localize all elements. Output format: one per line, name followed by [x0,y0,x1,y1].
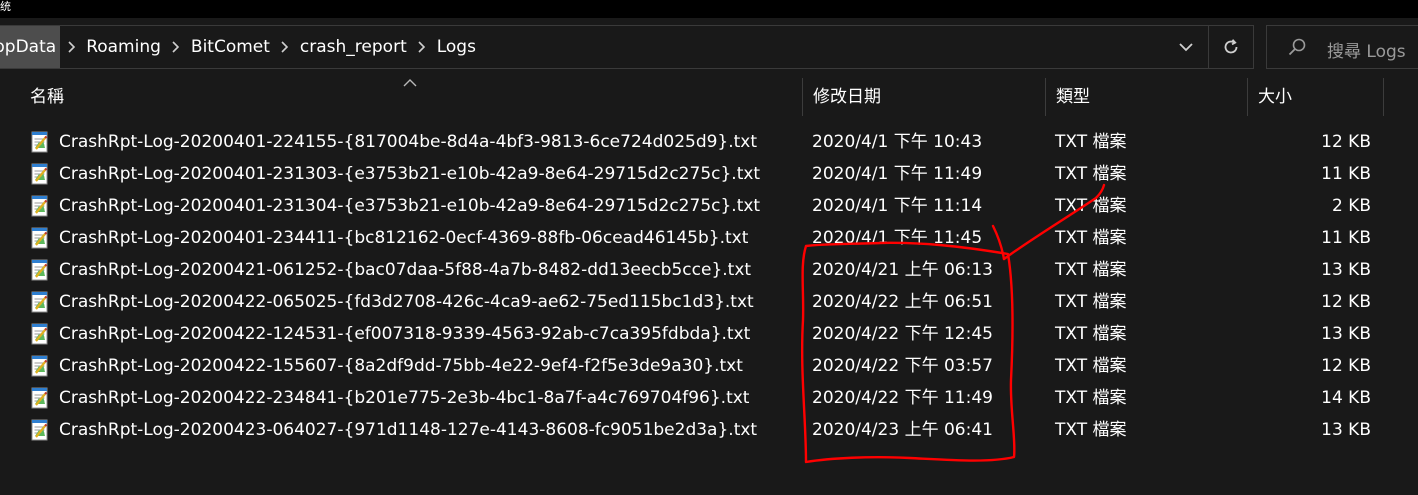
file-date: 2020/4/1 下午 11:45 [812,228,983,248]
file-explorer-window: 统 ppData Roaming BitComet crash_report L… [0,0,1418,495]
file-name: CrashRpt-Log-20200422-155607-{8a2df9dd-7… [59,356,743,376]
file-size: 13 KB [1321,260,1371,280]
text-file-icon [30,291,50,313]
file-type: TXT 檔案 [1055,292,1127,312]
file-size: 12 KB [1321,292,1371,312]
file-size: 2 KB [1331,196,1371,216]
column-divider[interactable] [1247,78,1248,116]
text-file-icon [30,163,50,185]
file-row[interactable]: CrashRpt-Log-20200401-224155-{817004be-8… [0,126,1418,158]
file-size: 13 KB [1321,420,1371,440]
file-type: TXT 檔案 [1055,196,1127,216]
file-name: CrashRpt-Log-20200422-234841-{b201e775-2… [59,388,750,408]
chevron-down-icon[interactable] [1166,26,1206,68]
breadcrumb-item-roaming[interactable]: Roaming [82,37,165,57]
file-row[interactable]: CrashRpt-Log-20200422-124531-{ef007318-9… [0,318,1418,350]
file-date: 2020/4/1 下午 11:49 [812,164,983,184]
text-file-icon [30,387,50,409]
file-name: CrashRpt-Log-20200422-065025-{fd3d2708-4… [59,292,754,312]
file-date: 2020/4/22 上午 06:51 [812,292,993,312]
breadcrumb: ppData Roaming BitComet crash_report Log… [0,26,480,68]
file-row[interactable]: CrashRpt-Log-20200423-064027-{971d1148-1… [0,414,1418,446]
column-header-date[interactable]: 修改日期 [813,78,881,116]
file-date: 2020/4/22 下午 11:49 [812,388,993,408]
text-file-icon [30,259,50,281]
file-type: TXT 檔案 [1055,420,1127,440]
file-type: TXT 檔案 [1055,356,1127,376]
breadcrumb-item-crash-report[interactable]: crash_report [296,37,411,57]
file-size: 11 KB [1321,164,1371,184]
window-title-glyph: 统 [0,0,11,13]
file-size: 13 KB [1321,324,1371,344]
text-file-icon [30,227,50,249]
file-row[interactable]: CrashRpt-Log-20200401-231303-{e3753b21-e… [0,158,1418,190]
text-file-icon [30,323,50,345]
file-name: CrashRpt-Log-20200422-124531-{ef007318-9… [59,324,751,344]
file-row[interactable]: CrashRpt-Log-20200401-234411-{bc812162-0… [0,222,1418,254]
file-name: CrashRpt-Log-20200401-231304-{e3753b21-e… [59,196,761,216]
file-size: 14 KB [1321,388,1371,408]
file-row[interactable]: CrashRpt-Log-20200422-065025-{fd3d2708-4… [0,286,1418,318]
file-date: 2020/4/22 下午 03:57 [812,356,993,376]
file-name: CrashRpt-Log-20200401-231303-{e3753b21-e… [59,164,761,184]
file-size: 12 KB [1321,132,1371,152]
text-file-icon [30,195,50,217]
file-type: TXT 檔案 [1055,388,1127,408]
file-type: TXT 檔案 [1055,164,1127,184]
text-file-icon [30,131,50,153]
search-input[interactable]: 搜尋 Logs [1266,25,1418,69]
file-row[interactable]: CrashRpt-Log-20200421-061252-{bac07daa-5… [0,254,1418,286]
chevron-right-icon[interactable] [60,26,82,68]
file-date: 2020/4/1 下午 10:43 [812,132,983,152]
address-bar[interactable]: ppData Roaming BitComet crash_report Log… [0,25,1254,69]
breadcrumb-item-bitcomet[interactable]: BitComet [187,37,274,57]
file-row[interactable]: CrashRpt-Log-20200401-231304-{e3753b21-e… [0,190,1418,222]
file-date: 2020/4/23 上午 06:41 [812,420,993,440]
refresh-icon[interactable] [1208,26,1253,68]
breadcrumb-item-logs[interactable]: Logs [433,37,480,57]
search-icon [1288,38,1306,56]
file-type: TXT 檔案 [1055,324,1127,344]
file-name: CrashRpt-Log-20200401-224155-{817004be-8… [59,132,758,152]
column-divider[interactable] [1045,78,1046,116]
chevron-right-icon[interactable] [165,26,187,68]
column-header-size[interactable]: 大小 [1258,78,1292,116]
chevron-right-icon[interactable] [274,26,296,68]
column-header-name[interactable]: 名稱 [30,78,64,116]
column-headers: 名稱 修改日期 類型 大小 [0,78,1418,116]
column-header-type[interactable]: 類型 [1056,78,1090,116]
file-row[interactable]: CrashRpt-Log-20200422-155607-{8a2df9dd-7… [0,350,1418,382]
text-file-icon [30,419,50,441]
breadcrumb-item-appdata[interactable]: ppData [0,26,61,68]
title-strip: 统 [0,0,1418,18]
file-type: TXT 檔案 [1055,132,1127,152]
file-date: 2020/4/21 上午 06:13 [812,260,993,280]
file-name: CrashRpt-Log-20200423-064027-{971d1148-1… [59,420,758,440]
file-size: 12 KB [1321,356,1371,376]
file-name: CrashRpt-Log-20200421-061252-{bac07daa-5… [59,260,752,280]
file-date: 2020/4/22 下午 12:45 [812,324,993,344]
column-divider[interactable] [802,78,803,116]
file-type: TXT 檔案 [1055,228,1127,248]
search-placeholder: 搜尋 Logs [1327,42,1406,62]
text-file-icon [30,355,50,377]
file-row[interactable]: CrashRpt-Log-20200422-234841-{b201e775-2… [0,382,1418,414]
file-name: CrashRpt-Log-20200401-234411-{bc812162-0… [59,228,749,248]
chevron-right-icon[interactable] [411,26,433,68]
file-size: 11 KB [1321,228,1371,248]
file-type: TXT 檔案 [1055,260,1127,280]
file-date: 2020/4/1 下午 11:14 [812,196,983,216]
column-divider[interactable] [1383,78,1384,116]
